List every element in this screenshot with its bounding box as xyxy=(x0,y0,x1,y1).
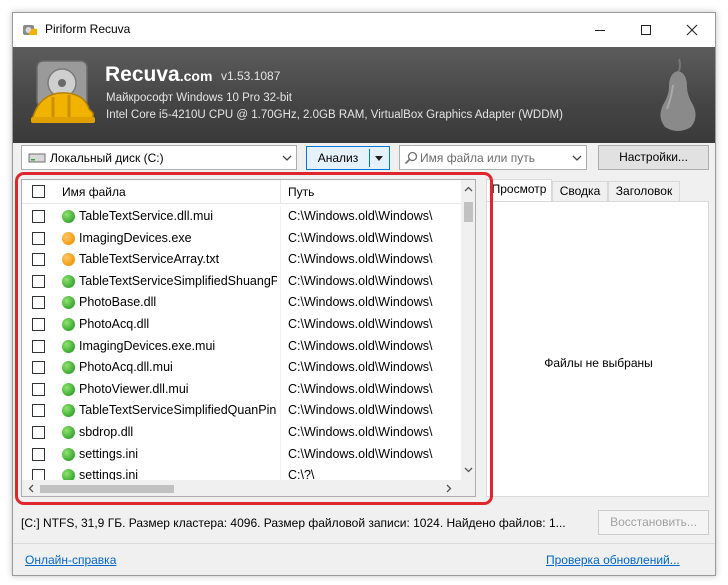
brand-name: Recuva.com xyxy=(105,63,213,86)
drive-select[interactable]: Локальный диск (C:) xyxy=(21,145,297,170)
restore-button[interactable]: Восстановить... xyxy=(598,510,709,535)
header-banner: Recuva.com v1.53.1087 Майкрософт Windows… xyxy=(13,47,715,143)
scan-button[interactable]: Анализ xyxy=(306,146,390,170)
hardware-info: Intel Core i5-4210U CPU @ 1.70GHz, 2.0GB… xyxy=(106,109,563,121)
preview-panel: Просмотр Сводка Заголовок Файлы не выбра… xyxy=(486,179,709,497)
scan-split-divider xyxy=(369,149,370,167)
recuva-logo-icon xyxy=(31,60,95,123)
tab-preview[interactable]: Просмотр xyxy=(486,179,552,202)
no-files-selected-text: Файлы не выбраны xyxy=(544,356,653,370)
chevron-down-icon[interactable] xyxy=(280,151,294,165)
minimize-button[interactable] xyxy=(577,13,623,47)
recuva-app-icon xyxy=(23,25,37,35)
highlight-frame xyxy=(15,172,493,505)
scan-button-label: Анализ xyxy=(317,151,359,165)
os-info: Майкрософт Windows 10 Pro 32-bit xyxy=(106,92,292,104)
search-icon xyxy=(404,151,418,165)
maximize-icon xyxy=(641,25,651,35)
piriform-pear-icon xyxy=(660,58,696,131)
status-text: [C:] NTFS, 31,9 ГБ. Размер кластера: 409… xyxy=(21,516,566,530)
settings-button[interactable]: Настройки... xyxy=(598,145,709,170)
drive-label: Локальный диск (C:) xyxy=(50,151,164,165)
minimize-icon xyxy=(595,30,605,31)
online-help-link[interactable]: Онлайн-справка xyxy=(25,553,116,567)
close-icon xyxy=(686,24,698,36)
maximize-button[interactable] xyxy=(623,13,669,47)
tab-header[interactable]: Заголовок xyxy=(608,181,680,201)
tab-summary[interactable]: Сводка xyxy=(552,181,608,201)
close-button[interactable] xyxy=(669,13,715,47)
app-version: v1.53.1087 xyxy=(221,69,281,83)
search-input[interactable] xyxy=(420,149,566,167)
preview-tabs: Просмотр Сводка Заголовок xyxy=(486,179,709,202)
scan-dropdown-icon[interactable] xyxy=(372,151,386,165)
chevron-down-icon[interactable] xyxy=(570,151,584,165)
window-title: Piriform Recuva xyxy=(45,22,131,36)
search-box[interactable] xyxy=(399,145,587,170)
footer-divider xyxy=(13,543,715,544)
preview-content: Файлы не выбраны xyxy=(486,201,709,497)
title-bar: Piriform Recuva xyxy=(13,13,715,47)
check-updates-link[interactable]: Проверка обновлений... xyxy=(546,553,680,567)
recuva-window: Piriform Recuva Recuva.com v1.53.1087 Ма… xyxy=(12,12,716,576)
hard-drive-icon xyxy=(28,153,46,163)
brand-suffix: .com xyxy=(179,68,213,84)
